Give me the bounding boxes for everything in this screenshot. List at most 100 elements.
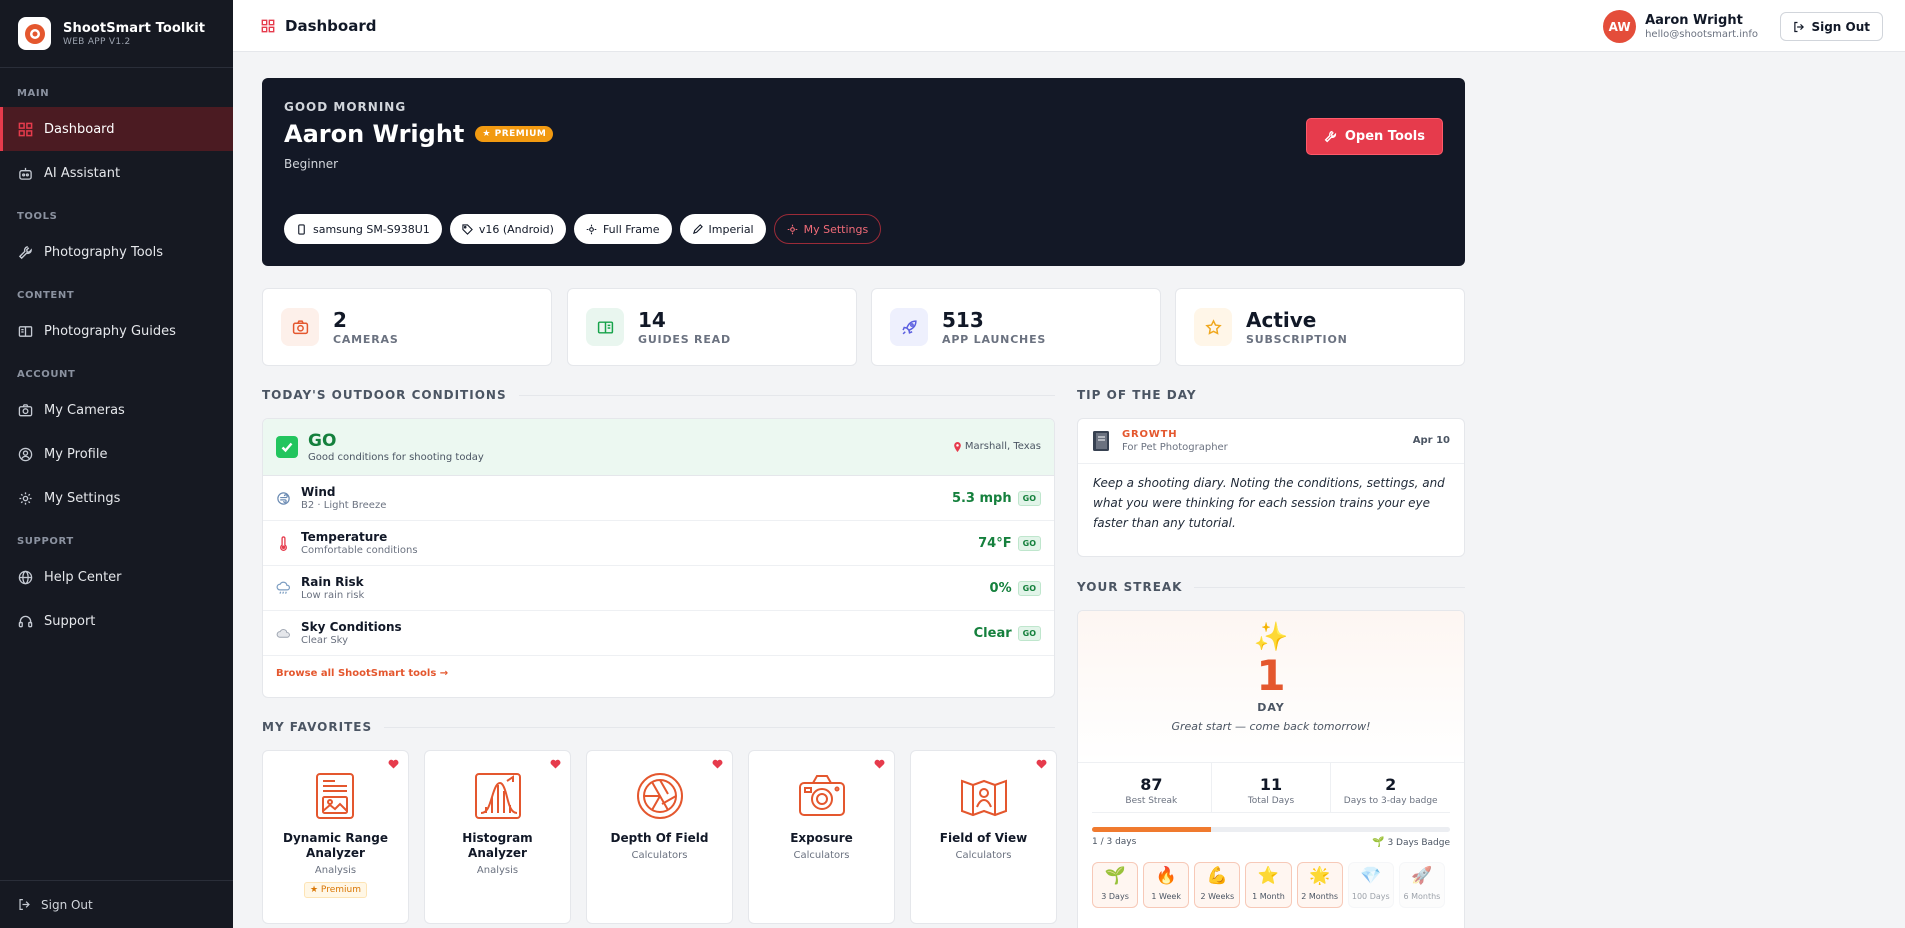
- heart-icon[interactable]: [874, 759, 885, 769]
- nav-section-tools: TOOLS: [17, 211, 58, 222]
- wind-icon: [277, 491, 290, 505]
- streak-badges: 🌱 3 Days 🔥 1 Week 💪 2 Weeks ⭐ 1 Month 🌟 2 Months 💎…: [1092, 862, 1450, 908]
- globe-icon: [18, 570, 33, 584]
- sidebar-item-ai-assistant[interactable]: AI Assistant: [0, 151, 233, 195]
- favorite-category: Calculators: [631, 850, 688, 861]
- user-menu[interactable]: AW Aaron Wright hello@shootsmart.info: [1603, 10, 1758, 43]
- sidebar-item-label: My Settings: [44, 490, 121, 506]
- tip-heading: TIP OF THE DAY: [1077, 388, 1465, 402]
- brand[interactable]: ShootSmart Toolkit WEB APP V1.2: [0, 0, 233, 68]
- book-icon: [1093, 431, 1109, 451]
- condition-row-rain: Rain Risk Low rain risk 0% GO: [263, 566, 1054, 611]
- condition-desc: Comfortable conditions: [301, 545, 418, 556]
- badge-label: 1 Month: [1252, 892, 1285, 901]
- premium-badge: ★ PREMIUM: [475, 126, 554, 142]
- go-tag: GO: [1017, 626, 1041, 641]
- conditions-heading: TODAY'S OUTDOOR CONDITIONS: [262, 388, 1055, 402]
- sidebar-item-label: AI Assistant: [44, 165, 121, 181]
- sidebar-item-help-center[interactable]: Help Center: [0, 555, 233, 599]
- stat-value: 513: [942, 307, 984, 332]
- tip-text: Keep a shooting diary. Noting the condit…: [1093, 476, 1445, 530]
- sign-out-button[interactable]: Sign Out: [1780, 12, 1883, 41]
- favorite-card[interactable]: Depth Of Field Calculators: [586, 750, 733, 924]
- stat-card-guides[interactable]: 14 GUIDES READ: [567, 288, 857, 366]
- section-title: TIP OF THE DAY: [1077, 388, 1197, 402]
- badge-label: 2 Weeks: [1200, 892, 1235, 901]
- stat-card-cameras[interactable]: 2 CAMERAS: [262, 288, 552, 366]
- go-status-sub: Good conditions for shooting today: [308, 452, 484, 463]
- sidebar-item-photography-guides[interactable]: Photography Guides: [0, 309, 233, 353]
- favorite-card[interactable]: Exposure Calculators: [748, 750, 895, 924]
- sidebar-item-dashboard[interactable]: Dashboard: [0, 107, 233, 151]
- chip-units[interactable]: Imperial: [679, 214, 766, 244]
- gear-icon: [787, 224, 797, 234]
- sprout-icon: 🌱: [1371, 837, 1385, 848]
- tip-audience: For Pet Photographer: [1122, 442, 1228, 453]
- favorite-name: Field of View: [939, 831, 1028, 845]
- book-icon: [18, 325, 33, 337]
- sidebar-item-support[interactable]: Support: [0, 599, 233, 643]
- streak-stat-label: Days to 3-day badge: [1343, 796, 1438, 806]
- streak-stat-value: 87: [1140, 775, 1163, 794]
- camera-icon: [798, 775, 845, 816]
- streak-unit: DAY: [1257, 701, 1285, 714]
- check-icon: [276, 436, 298, 458]
- badge-label: 6 Months: [1403, 892, 1441, 901]
- condition-value: 0%: [989, 581, 1012, 596]
- stat-value: 14: [638, 307, 666, 332]
- hero-user-name: Aaron Wright: [284, 120, 465, 148]
- condition-name: Sky Conditions: [301, 620, 402, 634]
- browse-tools-link[interactable]: Browse all ShootSmart tools →: [263, 656, 1054, 690]
- heart-icon[interactable]: [712, 759, 723, 769]
- field-of-view-icon: [960, 779, 1007, 817]
- heart-icon[interactable]: [550, 759, 561, 769]
- chip-label: Imperial: [708, 222, 754, 236]
- thermometer-icon: [280, 535, 287, 551]
- favorite-card[interactable]: Field of View Calculators: [910, 750, 1057, 924]
- chip-sensor[interactable]: Full Frame: [573, 214, 672, 244]
- nav-section-support: SUPPORT: [17, 536, 74, 547]
- favorite-card[interactable]: Histogram Analyzer Analysis: [424, 750, 571, 924]
- chip-my-settings[interactable]: My Settings: [773, 214, 882, 244]
- pin-icon: [954, 441, 961, 452]
- sidebar: ShootSmart Toolkit WEB APP V1.2 MAIN Das…: [0, 0, 233, 928]
- sidebar-item-label: Photography Guides: [44, 323, 176, 339]
- streak-stat: 11 Total Days: [1212, 763, 1332, 812]
- sidebar-item-my-profile[interactable]: My Profile: [0, 432, 233, 476]
- chip-label: samsung SM-S938U1: [313, 222, 430, 236]
- chip-os-version[interactable]: v16 (Android): [449, 214, 566, 244]
- stat-value: Active: [1246, 307, 1317, 332]
- chip-device[interactable]: samsung SM-S938U1: [284, 214, 442, 244]
- sidebar-sign-out[interactable]: Sign Out: [0, 880, 233, 928]
- conditions-status: GO Good conditions for shooting today Ma…: [263, 419, 1054, 476]
- camera-icon: [281, 308, 319, 346]
- sidebar-item-my-settings[interactable]: My Settings: [0, 476, 233, 520]
- favorite-card[interactable]: Dynamic Range Analyzer Analysis ★ Premiu…: [262, 750, 409, 924]
- open-tools-button[interactable]: Open Tools: [1305, 118, 1443, 155]
- sign-out-icon: [19, 899, 30, 910]
- conditions-card: GO Good conditions for shooting today Ma…: [262, 418, 1055, 698]
- streak-stat-value: 2: [1385, 775, 1397, 794]
- stat-card-subscription[interactable]: Active SUBSCRIPTION: [1175, 288, 1465, 366]
- app-version: WEB APP V1.2: [63, 36, 131, 47]
- badge-icon: 💪: [1206, 866, 1228, 886]
- app-name: ShootSmart Toolkit: [63, 20, 206, 36]
- sidebar-item-photography-tools[interactable]: Photography Tools: [0, 230, 233, 274]
- next-badge-label: 3 Days Badge: [1387, 837, 1450, 848]
- heart-icon[interactable]: [1036, 759, 1047, 769]
- streak-badge: 🌟 2 Months: [1296, 862, 1343, 908]
- streak-badge: 💎 100 Days: [1347, 862, 1394, 908]
- histogram-icon: [474, 773, 521, 819]
- condition-value: 74°F: [978, 536, 1012, 551]
- heart-icon[interactable]: [388, 759, 399, 769]
- stat-card-launches[interactable]: 513 APP LAUNCHES: [871, 288, 1161, 366]
- go-tag: GO: [1017, 536, 1041, 551]
- badge-icon: 🚀: [1411, 866, 1433, 886]
- book-icon: [586, 308, 624, 346]
- streak-stat-label: Total Days: [1247, 796, 1295, 806]
- streak-count: 1: [1256, 651, 1286, 700]
- section-title: MY FAVORITES: [262, 720, 373, 734]
- sidebar-item-my-cameras[interactable]: My Cameras: [0, 388, 233, 432]
- favorite-category: Analysis: [314, 865, 357, 876]
- app-logo: [18, 17, 51, 50]
